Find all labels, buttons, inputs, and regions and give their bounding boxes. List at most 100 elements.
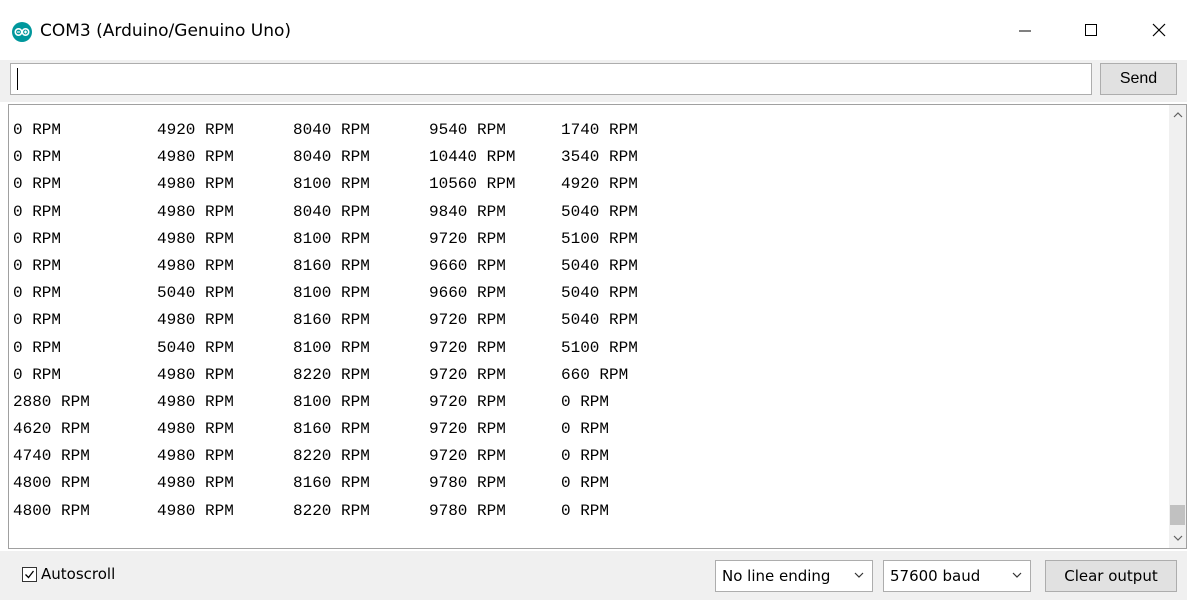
output-value: 8100 RPM — [293, 229, 370, 248]
output-value: 9720 RPM — [429, 338, 506, 357]
output-value: 0 RPM — [13, 338, 62, 357]
output-value: 5040 RPM — [561, 256, 638, 275]
output-value: 8100 RPM — [293, 392, 370, 411]
output-value: 5040 RPM — [561, 202, 638, 221]
line-ending-value: No line ending — [722, 567, 831, 585]
output-value: 8040 RPM — [293, 148, 370, 167]
arduino-logo-icon — [12, 22, 32, 42]
baud-rate-select[interactable]: 57600 baud — [883, 560, 1031, 592]
output-value: 4980 RPM — [157, 501, 234, 520]
close-button[interactable] — [1136, 10, 1182, 50]
output-value: 4980 RPM — [157, 229, 234, 248]
autoscroll-label: Autoscroll — [41, 565, 116, 583]
vertical-scrollbar[interactable] — [1169, 105, 1186, 548]
output-value: 5040 RPM — [157, 338, 234, 357]
output-value: 8100 RPM — [293, 338, 370, 357]
output-value: 0 RPM — [561, 420, 610, 439]
output-value: 0 RPM — [561, 501, 610, 520]
output-value: 4980 RPM — [157, 392, 234, 411]
output-value: 0 RPM — [561, 447, 610, 466]
chevron-up-icon — [1173, 112, 1182, 118]
output-value: 5040 RPM — [561, 284, 638, 303]
output-value: 9540 RPM — [429, 121, 506, 139]
maximize-button[interactable] — [1068, 10, 1114, 50]
output-value: 9840 RPM — [429, 202, 506, 221]
output-value: 4980 RPM — [157, 148, 234, 167]
output-value: 0 RPM — [13, 365, 62, 384]
output-value: 9660 RPM — [429, 284, 506, 303]
send-row: Send — [0, 60, 1187, 102]
output-value: 9720 RPM — [429, 229, 506, 248]
window-title: COM3 (Arduino/Genuino Uno) — [40, 21, 292, 41]
output-value: 8160 RPM — [293, 474, 370, 493]
output-value: 8040 RPM — [293, 121, 370, 139]
output-value: 0 RPM — [13, 256, 62, 275]
output-value: 10560 RPM — [429, 175, 516, 194]
output-value: 4980 RPM — [157, 365, 234, 384]
output-value: 0 RPM — [13, 284, 62, 303]
output-value: 4920 RPM — [157, 121, 234, 139]
output-value: 9720 RPM — [429, 447, 506, 466]
autoscroll-checkbox[interactable] — [22, 566, 37, 582]
output-value: 3540 RPM — [561, 148, 638, 167]
output-value: 4980 RPM — [157, 311, 234, 330]
output-value: 2880 RPM — [13, 392, 90, 411]
output-value: 9660 RPM — [429, 256, 506, 275]
output-value: 0 RPM — [13, 311, 62, 330]
output-value: 0 RPM — [561, 392, 610, 411]
output-value: 4920 RPM — [561, 175, 638, 194]
output-value: 0 RPM — [13, 148, 62, 167]
output-value: 5100 RPM — [561, 338, 638, 357]
output-value: 8100 RPM — [293, 175, 370, 194]
output-value: 4980 RPM — [157, 420, 234, 439]
output-value: 5040 RPM — [157, 284, 234, 303]
scroll-down-button[interactable] — [1169, 528, 1186, 548]
output-value: 8220 RPM — [293, 447, 370, 466]
output-value: 0 RPM — [13, 229, 62, 248]
close-icon — [1152, 23, 1166, 37]
serial-output[interactable]: 0 RPM 4920 RPM 8040 RPM 9540 RPM 1740 RPM 0 R… — [8, 104, 1187, 549]
output-value: 10440 RPM — [429, 148, 516, 167]
minimize-button[interactable] — [1002, 10, 1048, 50]
output-value: 9720 RPM — [429, 365, 506, 384]
output-value: 8040 RPM — [293, 202, 370, 221]
output-value: 8100 RPM — [293, 284, 370, 303]
output-value: 9780 RPM — [429, 474, 506, 493]
autoscroll-toggle[interactable]: Autoscroll — [22, 565, 115, 583]
output-value: 4800 RPM — [13, 474, 90, 493]
output-value: 4620 RPM — [13, 420, 90, 439]
output-value: 4980 RPM — [157, 447, 234, 466]
output-value: 1740 RPM — [561, 121, 638, 139]
output-value: 4980 RPM — [157, 474, 234, 493]
chevron-down-icon — [1012, 572, 1022, 578]
output-value: 0 RPM — [13, 175, 62, 194]
maximize-icon — [1085, 24, 1097, 36]
send-button[interactable]: Send — [1100, 63, 1177, 95]
title-bar: COM3 (Arduino/Genuino Uno) — [0, 0, 1187, 60]
output-value: 0 RPM — [13, 202, 62, 221]
chevron-down-icon — [854, 572, 864, 578]
output-value: 9720 RPM — [429, 420, 506, 439]
output-value: 0 RPM — [13, 121, 62, 139]
bottom-bar: Autoscroll No line ending 57600 baud Cle… — [0, 551, 1187, 600]
output-value: 4980 RPM — [157, 175, 234, 194]
output-value: 8220 RPM — [293, 501, 370, 520]
output-value: 8220 RPM — [293, 365, 370, 384]
output-value: 5040 RPM — [561, 311, 638, 330]
scrollbar-thumb[interactable] — [1170, 505, 1185, 525]
line-ending-select[interactable]: No line ending — [715, 560, 873, 592]
serial-input[interactable] — [10, 63, 1092, 95]
clear-output-button[interactable]: Clear output — [1045, 560, 1177, 592]
scroll-up-button[interactable] — [1169, 105, 1186, 125]
output-value: 0 RPM — [561, 474, 610, 493]
output-value: 5100 RPM — [561, 229, 638, 248]
output-value: 8160 RPM — [293, 420, 370, 439]
output-value: 9720 RPM — [429, 311, 506, 330]
output-value: 660 RPM — [561, 365, 629, 384]
checkmark-icon — [25, 570, 35, 578]
output-value: 9780 RPM — [429, 501, 506, 520]
minimize-icon — [1019, 30, 1031, 32]
output-value: 4800 RPM — [13, 501, 90, 520]
chevron-down-icon — [1173, 535, 1182, 541]
baud-rate-value: 57600 baud — [890, 567, 981, 585]
